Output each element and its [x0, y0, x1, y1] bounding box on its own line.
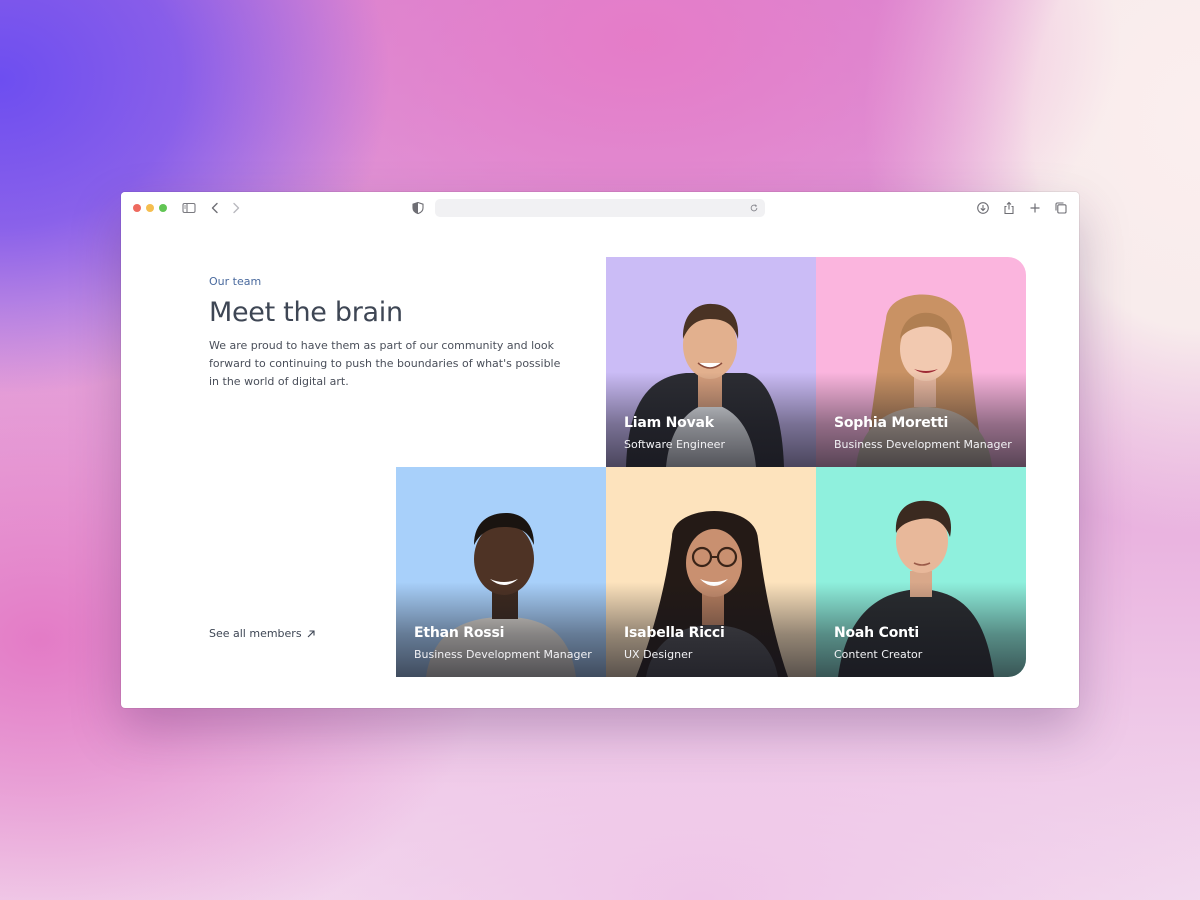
forward-chevron-icon[interactable]: [228, 200, 244, 216]
member-role: UX Designer: [624, 648, 693, 661]
team-card-ethan-rossi[interactable]: Ethan Rossi Business Development Manager: [396, 467, 606, 677]
member-name: Ethan Rossi: [414, 625, 505, 641]
close-window-button[interactable]: [133, 204, 141, 212]
member-name: Isabella Ricci: [624, 625, 725, 641]
member-name: Sophia Moretti: [834, 415, 949, 431]
section-description: We are proud to have them as part of our…: [209, 339, 561, 388]
browser-window: Our team Meet the brain We are proud to …: [121, 192, 1079, 708]
tabs-icon[interactable]: [1053, 200, 1069, 216]
section-title: Meet the brain: [209, 297, 403, 328]
member-name: Liam Novak: [624, 415, 714, 431]
member-role: Software Engineer: [624, 438, 725, 451]
see-all-label: See all members: [209, 627, 302, 640]
team-card-isabella-ricci[interactable]: Isabella Ricci UX Designer: [606, 467, 816, 677]
sidebar-icon[interactable]: [181, 200, 197, 216]
minimize-window-button[interactable]: [146, 204, 154, 212]
address-bar[interactable]: [435, 199, 765, 217]
see-all-members-link[interactable]: See all members: [209, 627, 316, 640]
browser-toolbar: [121, 192, 1079, 224]
member-role: Content Creator: [834, 648, 923, 661]
member-name: Noah Conti: [834, 625, 919, 641]
share-icon[interactable]: [1001, 200, 1017, 216]
member-role: Business Development Manager: [834, 438, 1012, 451]
arrow-up-right-icon: [307, 629, 315, 637]
section-eyebrow: Our team: [209, 275, 262, 288]
team-section: Our team Meet the brain We are proud to …: [121, 224, 1079, 708]
reload-icon[interactable]: [747, 201, 761, 215]
back-chevron-icon[interactable]: [207, 200, 223, 216]
plus-icon[interactable]: [1027, 200, 1043, 216]
team-card-liam-novak[interactable]: Liam Novak Software Engineer: [606, 257, 816, 467]
team-card-noah-conti[interactable]: Noah Conti Content Creator: [816, 467, 1026, 677]
download-icon[interactable]: [975, 200, 991, 216]
member-role: Business Development Manager: [414, 648, 592, 661]
zoom-window-button[interactable]: [159, 204, 167, 212]
shield-icon[interactable]: [410, 200, 426, 216]
team-card-sophia-moretti[interactable]: Sophia Moretti Business Development Mana…: [816, 257, 1026, 467]
